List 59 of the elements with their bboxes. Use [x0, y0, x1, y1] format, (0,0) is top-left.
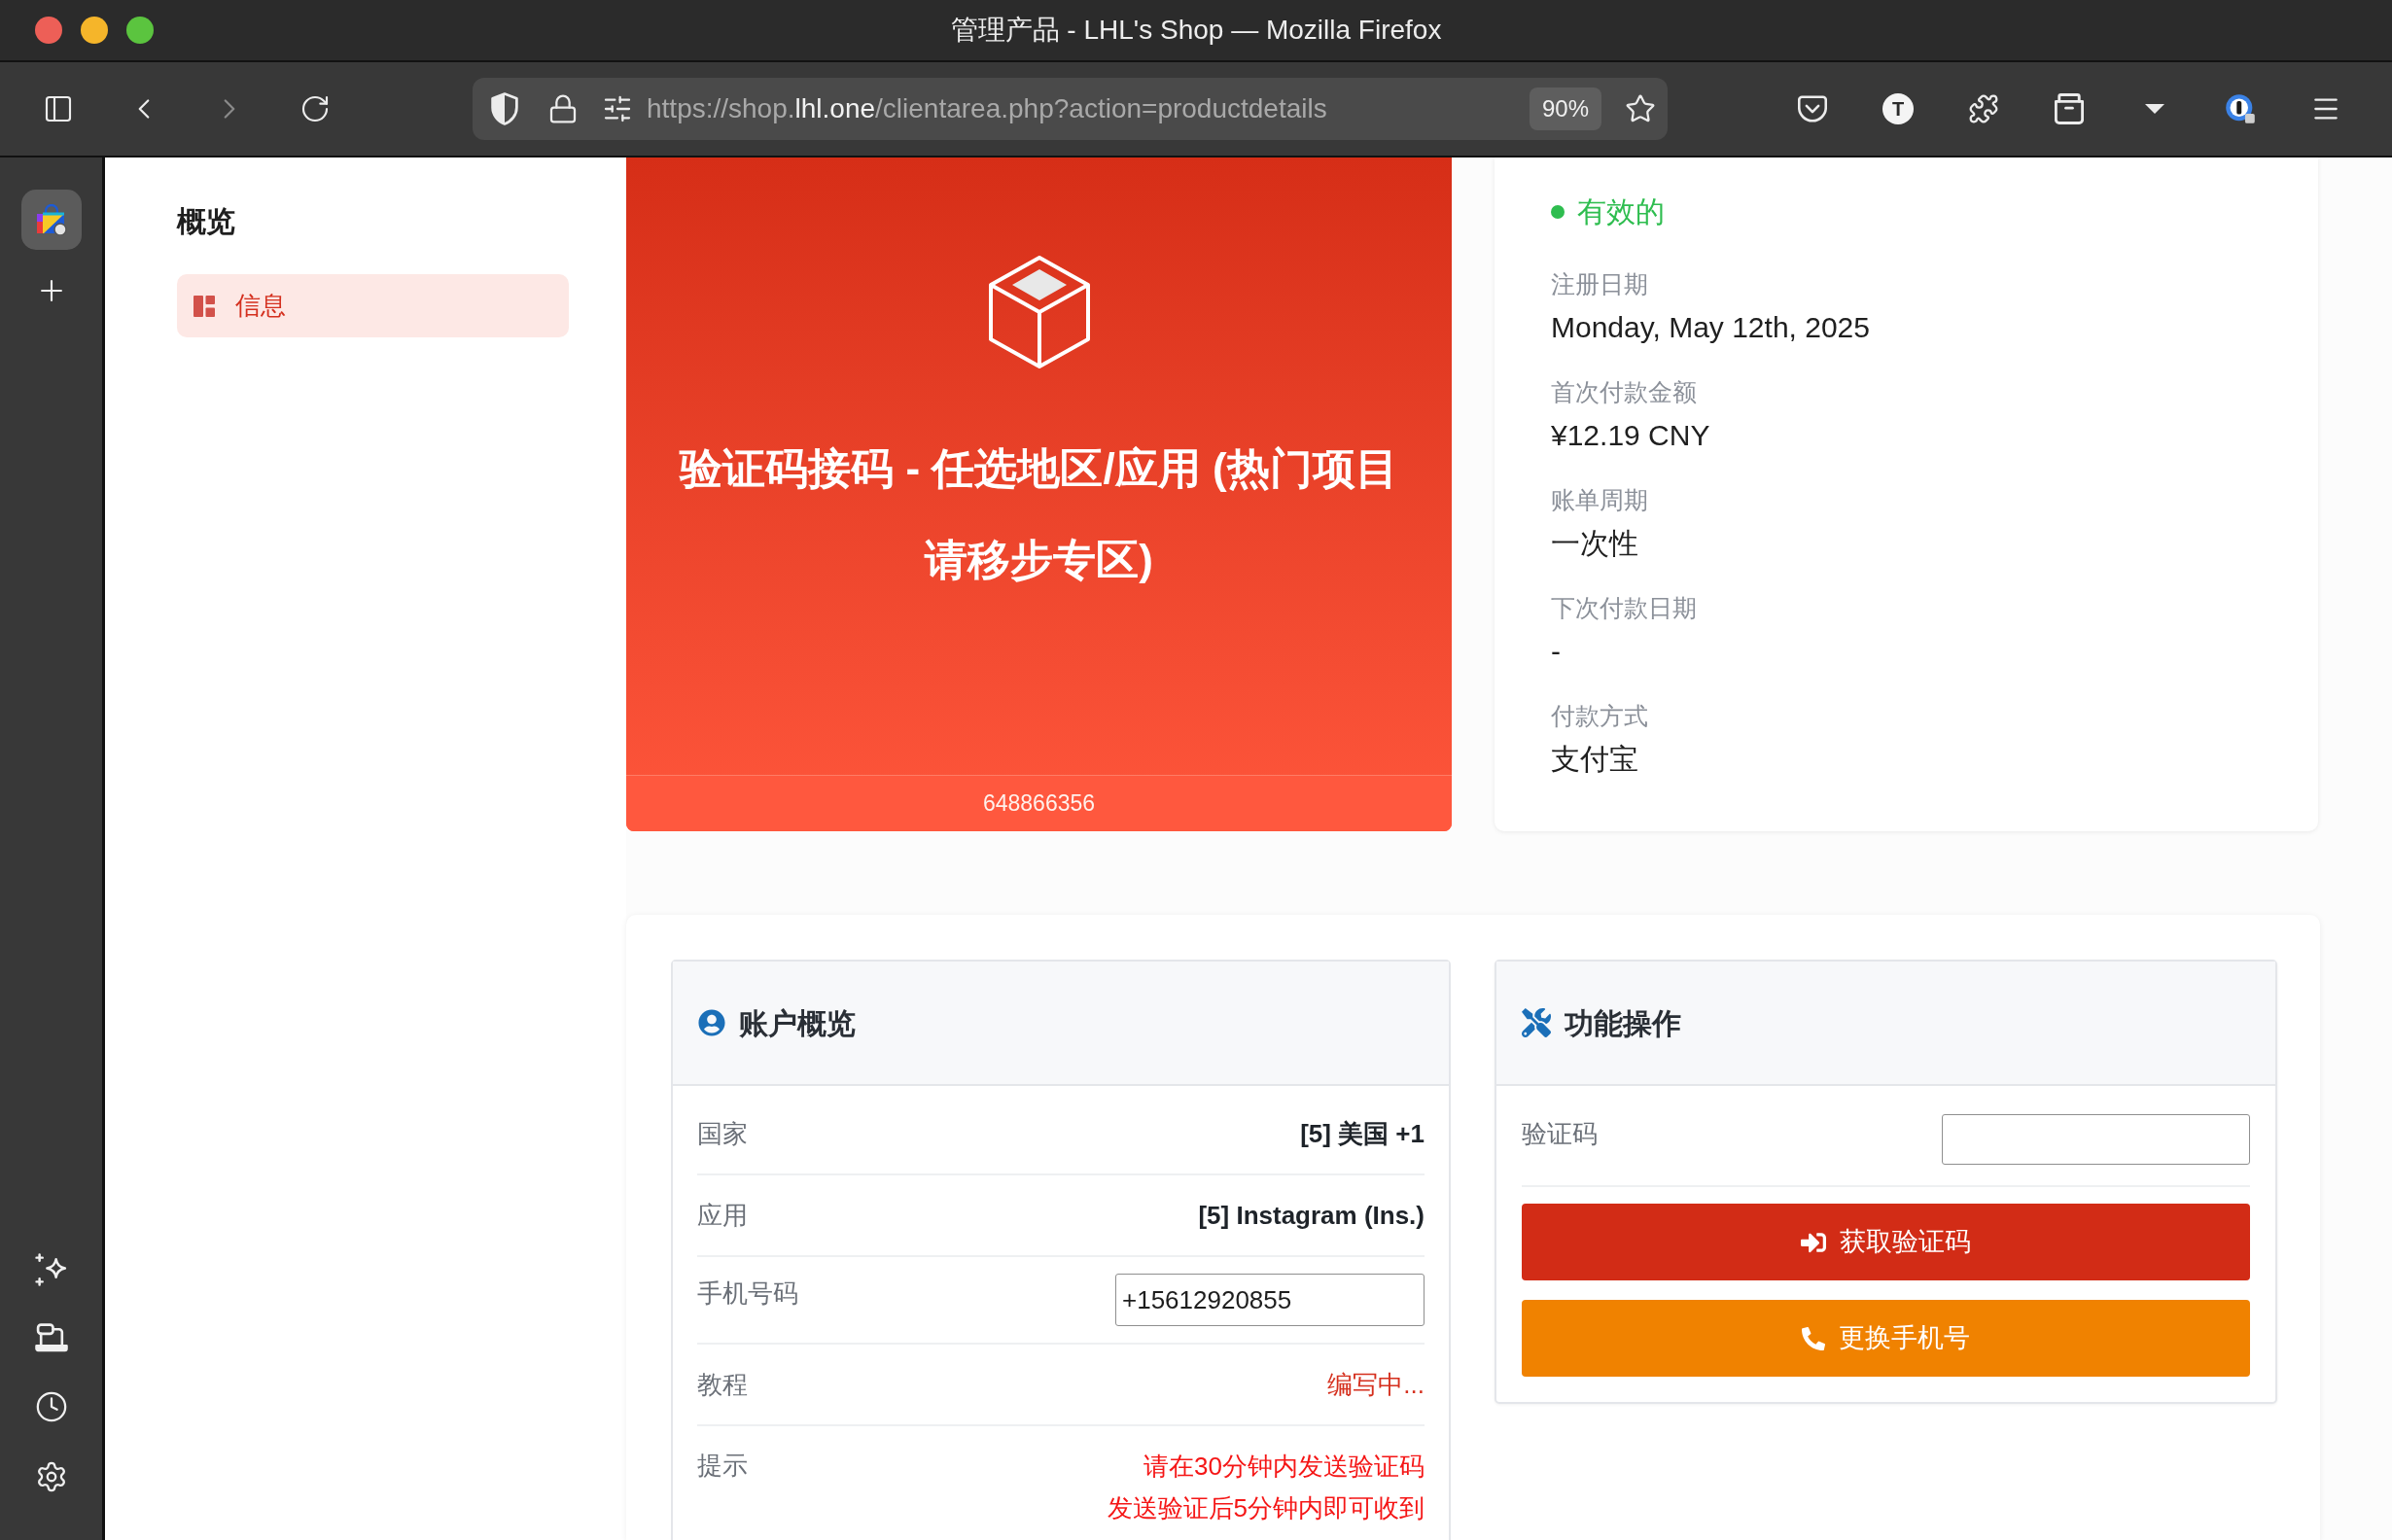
field-value: 支付宝: [1551, 742, 1638, 777]
code-input[interactable]: [1942, 1114, 2250, 1165]
field-label: 账单周期: [1551, 485, 1648, 515]
row-label: 应用: [697, 1200, 748, 1232]
field-label: 首次付款金额: [1551, 377, 1697, 407]
lock-icon[interactable]: [547, 93, 579, 124]
product-title: 验证码接码 - 任选地区/应用 (热门项目请移步专区): [678, 443, 1399, 585]
sidebar-toggle-icon[interactable]: [43, 93, 74, 124]
zoom-button[interactable]: [126, 17, 154, 44]
minimize-button[interactable]: [81, 17, 108, 44]
notice-text: 发送验证后5分钟内即可收到: [1107, 1492, 1425, 1524]
tutorial-link[interactable]: 编写中...: [1327, 1365, 1425, 1404]
status-text: 有效的: [1577, 194, 1665, 229]
zoom-level-button[interactable]: 90%: [1529, 88, 1601, 130]
action-button[interactable]: 获取验证码: [1522, 1204, 2250, 1280]
bookmark-star-icon[interactable]: [1625, 93, 1656, 124]
panel-title: 账户概览: [739, 1005, 856, 1041]
phone-input[interactable]: +15612920855: [1115, 1274, 1425, 1326]
nav-item[interactable]: 信息: [177, 274, 569, 337]
sliders-icon[interactable]: [602, 93, 633, 124]
close-button[interactable]: [35, 17, 62, 44]
reload-icon[interactable]: [299, 93, 331, 124]
history-icon[interactable]: [34, 1390, 68, 1423]
app-tile[interactable]: [20, 190, 82, 250]
row-label: 手机号码: [697, 1278, 798, 1310]
account-avatar[interactable]: T: [1882, 93, 1914, 124]
panel-title: 功能操作: [1565, 1005, 1681, 1041]
extensions-icon[interactable]: [1968, 93, 1999, 124]
keyhole-icon[interactable]: [2225, 93, 2256, 124]
shopping-bag-icon: [35, 204, 67, 235]
sparkle-icon[interactable]: [34, 1253, 68, 1286]
field-label: 下次付款日期: [1551, 593, 1697, 623]
product-number: 648866356: [982, 789, 1096, 819]
url-text[interactable]: https://shop.lhl.one/clientarea.php?action=productdetails: [647, 89, 1327, 128]
notice-text: 请在30分钟内发送验证码: [1143, 1451, 1425, 1483]
shield-icon[interactable]: [491, 92, 518, 125]
row-label: 提示: [697, 1450, 748, 1482]
field-value: 一次性: [1551, 526, 1638, 561]
field-label: 付款方式: [1551, 701, 1648, 731]
layout-icon: [193, 295, 215, 317]
row-value: [5] 美国 +1: [1300, 1118, 1425, 1150]
tray-icon[interactable]: [2055, 93, 2084, 124]
field-value: -: [1551, 634, 1561, 669]
address-bar[interactable]: https://shop.lhl.one/clientarea.php?action=productdetails 90%: [473, 78, 1668, 140]
devices-icon[interactable]: [34, 1323, 68, 1353]
row-label: 国家: [697, 1118, 748, 1150]
cube-icon: [988, 256, 1090, 368]
field-label: 注册日期: [1551, 269, 1648, 299]
nav-heading: 概览: [177, 204, 235, 239]
window-title: 管理产品 - LHL's Shop — Mozilla Firefox: [950, 14, 1442, 47]
row-value: [5] Instagram (Ins.): [1198, 1200, 1425, 1232]
row-label: 教程: [697, 1369, 748, 1401]
field-label: 验证码: [1522, 1118, 1598, 1150]
tools-icon: [1522, 1008, 1551, 1037]
field-value: ¥12.19 CNY: [1551, 418, 1710, 453]
phone-icon: [1802, 1326, 1825, 1350]
pocket-icon[interactable]: [1798, 95, 1827, 122]
field-value: Monday, May 12th, 2025: [1551, 310, 1870, 345]
caret-down-icon[interactable]: [2145, 104, 2164, 114]
